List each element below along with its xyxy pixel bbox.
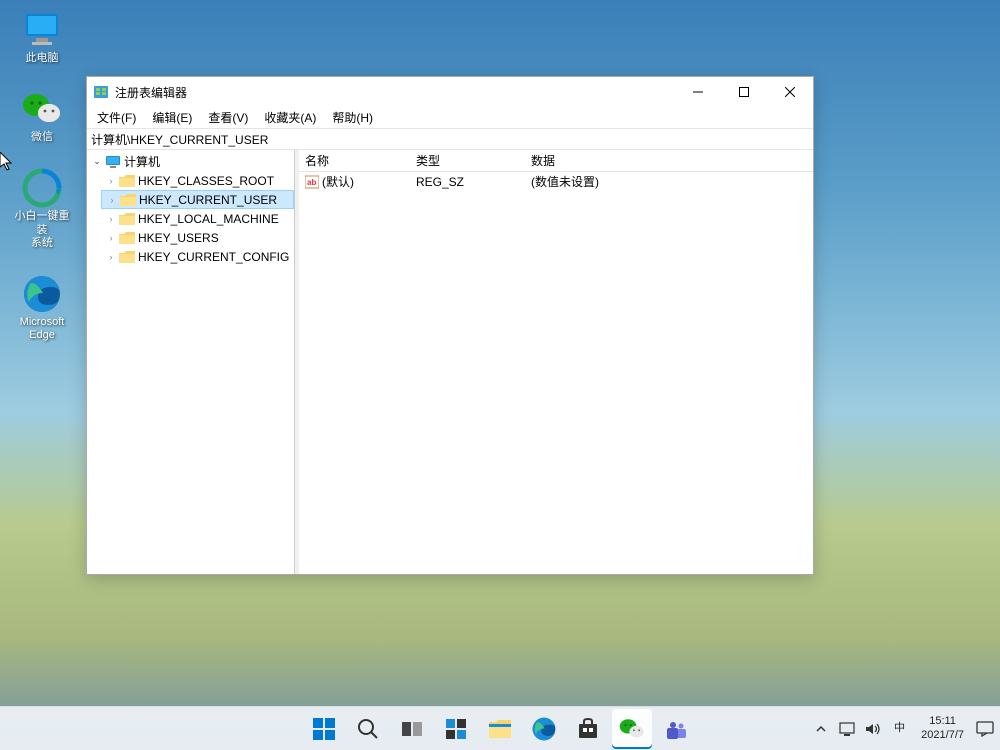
folder-icon	[119, 231, 135, 245]
volume-icon[interactable]	[864, 722, 882, 736]
close-button[interactable]	[767, 77, 813, 107]
folder-icon	[119, 174, 135, 188]
value-data: (数值未设置)	[531, 173, 599, 190]
list-body[interactable]: ab (默认) REG_SZ (数值未设置)	[299, 172, 813, 574]
explorer-button[interactable]	[480, 709, 520, 749]
menu-favorites[interactable]: 收藏夹(A)	[256, 107, 324, 128]
menu-file[interactable]: 文件(F)	[89, 107, 144, 128]
window-title: 注册表编辑器	[115, 84, 675, 101]
tree-node-hkcu[interactable]: › HKEY_CURRENT_USER	[101, 190, 294, 209]
teams-button[interactable]	[656, 709, 696, 749]
chevron-right-icon[interactable]: ›	[106, 194, 118, 206]
titlebar[interactable]: 注册表编辑器	[87, 77, 813, 107]
column-type[interactable]: 类型	[410, 152, 525, 169]
tree-children: › HKEY_CLASSES_ROOT › HKEY_CURRENT_USER …	[87, 171, 294, 266]
store-button[interactable]	[568, 709, 608, 749]
tree-node-label: HKEY_USERS	[138, 231, 219, 245]
address-bar[interactable]: 计算机\HKEY_CURRENT_USER	[87, 129, 813, 150]
clock[interactable]: 15:11 2021/7/7	[917, 715, 968, 741]
widgets-button[interactable]	[436, 709, 476, 749]
desktop-icon-edge[interactable]: Microsoft Edge	[8, 272, 76, 344]
folder-icon	[119, 250, 135, 264]
network-icon[interactable]	[838, 722, 856, 736]
list-header: 名称 类型 数据	[299, 150, 813, 172]
chevron-right-icon[interactable]: ›	[105, 232, 117, 244]
folder-icon	[120, 193, 136, 207]
list-pane: 名称 类型 数据 ab (默认) REG_SZ (数值未设置)	[299, 150, 813, 574]
system-tray: 中 15:11 2021/7/7	[812, 707, 994, 750]
svg-text:ab: ab	[307, 178, 316, 187]
taskbar: 中 15:11 2021/7/7	[0, 706, 1000, 750]
xiaobai-icon	[22, 168, 62, 208]
tree-node-label: HKEY_LOCAL_MACHINE	[138, 212, 279, 226]
tree-root[interactable]: ⌄ 计算机	[87, 152, 294, 171]
address-text: 计算机\HKEY_CURRENT_USER	[91, 131, 268, 148]
task-view-button[interactable]	[392, 709, 432, 749]
menu-help[interactable]: 帮助(H)	[324, 107, 381, 128]
pc-icon	[22, 10, 62, 50]
chevron-right-icon[interactable]: ›	[105, 175, 117, 187]
list-row[interactable]: ab (默认) REG_SZ (数值未设置)	[299, 172, 813, 191]
column-name[interactable]: 名称	[299, 152, 410, 169]
tree-pane[interactable]: ⌄ 计算机 › HKEY_CLASSES_ROOT › HKEY_CURRENT…	[87, 150, 295, 574]
edge-icon	[22, 274, 62, 314]
wechat-icon	[22, 89, 62, 129]
search-button[interactable]	[348, 709, 388, 749]
desktop[interactable]: 此电脑 微信 小白一键重装 系统 Microsoft Edge 注册	[0, 0, 1000, 750]
tree-node-label: HKEY_CURRENT_CONFIG	[138, 250, 289, 264]
date-text: 2021/7/7	[921, 729, 964, 742]
tree-node-label: HKEY_CLASSES_ROOT	[138, 174, 274, 188]
menu-view[interactable]: 查看(V)	[200, 107, 256, 128]
tree-node-hkcr[interactable]: › HKEY_CLASSES_ROOT	[101, 171, 294, 190]
desktop-icon-this-pc[interactable]: 此电脑	[8, 8, 76, 67]
tree-node-hkcc[interactable]: › HKEY_CURRENT_CONFIG	[101, 247, 294, 266]
chevron-right-icon[interactable]: ›	[105, 251, 117, 263]
tree-node-label: HKEY_CURRENT_USER	[139, 193, 277, 207]
edge-button[interactable]	[524, 709, 564, 749]
content-area: ⌄ 计算机 › HKEY_CLASSES_ROOT › HKEY_CURRENT…	[87, 150, 813, 574]
desktop-icon-wechat[interactable]: 微信	[8, 87, 76, 146]
regedit-window: 注册表编辑器 文件(F) 编辑(E) 查看(V) 收藏夹(A) 帮助(H) 计算…	[86, 76, 814, 575]
start-button[interactable]	[304, 709, 344, 749]
value-type: REG_SZ	[416, 175, 464, 189]
ime-indicator[interactable]: 中	[890, 722, 909, 735]
notification-icon[interactable]	[976, 721, 994, 737]
string-value-icon: ab	[305, 175, 319, 189]
column-data[interactable]: 数据	[525, 152, 813, 169]
wechat-taskbar-button[interactable]	[612, 709, 652, 749]
chevron-down-icon[interactable]: ⌄	[91, 156, 103, 168]
minimize-button[interactable]	[675, 77, 721, 107]
regedit-icon	[93, 84, 109, 100]
menubar: 文件(F) 编辑(E) 查看(V) 收藏夹(A) 帮助(H)	[87, 107, 813, 129]
computer-icon	[105, 155, 121, 169]
icon-label: 微信	[31, 131, 53, 144]
maximize-button[interactable]	[721, 77, 767, 107]
desktop-icon-xiaobai[interactable]: 小白一键重装 系统	[8, 166, 76, 252]
tray-chevron-icon[interactable]	[812, 723, 830, 735]
menu-edit[interactable]: 编辑(E)	[144, 107, 200, 128]
time-text: 15:11	[921, 715, 964, 728]
value-name: (默认)	[322, 173, 354, 190]
icon-label: Microsoft Edge	[20, 316, 65, 342]
icon-label: 此电脑	[26, 52, 59, 65]
taskbar-center	[304, 709, 696, 749]
icon-label: 小白一键重装 系统	[10, 210, 74, 250]
tree-node-hku[interactable]: › HKEY_USERS	[101, 228, 294, 247]
window-controls	[675, 77, 813, 107]
tree-root-label: 计算机	[124, 153, 160, 170]
chevron-right-icon[interactable]: ›	[105, 213, 117, 225]
desktop-icons: 此电脑 微信 小白一键重装 系统 Microsoft Edge	[8, 8, 76, 344]
folder-icon	[119, 212, 135, 226]
tree-node-hklm[interactable]: › HKEY_LOCAL_MACHINE	[101, 209, 294, 228]
